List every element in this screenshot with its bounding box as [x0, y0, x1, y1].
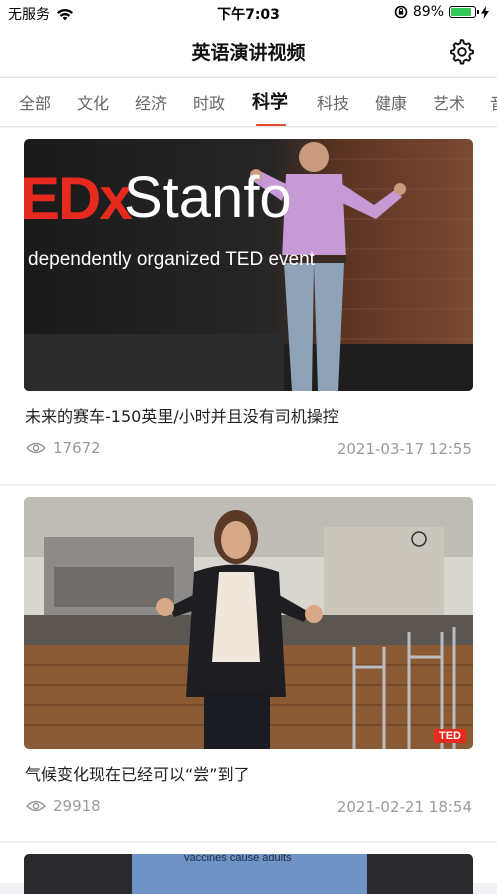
orientation-lock-icon: [394, 5, 408, 19]
video-thumbnail[interactable]: TED: [24, 497, 473, 749]
tab-technology[interactable]: 科技: [317, 90, 349, 114]
nav-bar: 英语演讲视频: [0, 26, 497, 76]
status-right: 89%: [394, 4, 489, 20]
status-bar: 无服务 下午7:03 89%: [0, 0, 497, 26]
tab-science[interactable]: 科学: [252, 88, 288, 114]
tab-music[interactable]: 音: [490, 90, 497, 114]
video-thumbnail[interactable]: EDx Stanfo dependently organized TED eve…: [24, 139, 473, 391]
battery-nub: [477, 10, 479, 14]
publish-date: 2021-03-17 12:55: [336, 440, 472, 458]
active-tab-indicator: [256, 124, 286, 126]
thumbnail-brand-big: EDx: [24, 165, 133, 232]
gear-icon: [450, 39, 474, 65]
thumbnail-slide-text: vaccines cause adults: [184, 854, 292, 864]
battery-icon: [449, 6, 479, 18]
thumbnail-brand-sub: dependently organized TED event: [28, 249, 315, 270]
view-count: 17672: [26, 439, 101, 457]
tab-politics[interactable]: 时政: [193, 90, 225, 114]
category-tab-bar: 全部 文化 经济 时政 科学 科技 健康 艺术 音: [0, 77, 497, 127]
video-thumbnail[interactable]: vaccines cause adults: [24, 854, 473, 894]
eye-icon: [26, 800, 46, 812]
video-card[interactable]: EDx Stanfo dependently organized TED eve…: [0, 128, 497, 484]
page-title: 英语演讲视频: [191, 42, 306, 64]
view-count: 29918: [26, 797, 101, 815]
battery-fill: [451, 8, 472, 16]
video-title[interactable]: 气候变化现在已经可以“尝”到了: [25, 761, 250, 785]
video-card[interactable]: vaccines cause adults: [0, 843, 497, 894]
tab-all[interactable]: 全部: [19, 90, 51, 114]
publish-date: 2021-02-21 18:54: [336, 798, 472, 816]
tab-health[interactable]: 健康: [375, 90, 407, 114]
tab-culture[interactable]: 文化: [77, 90, 109, 114]
settings-button[interactable]: [447, 37, 475, 65]
video-title[interactable]: 未来的赛车-150英里/小时并且没有司机操控: [25, 403, 339, 427]
thumbnail-brand-name: Stanfo: [124, 165, 292, 230]
tab-economy[interactable]: 经济: [135, 90, 167, 114]
charging-bolt-icon: [481, 5, 489, 19]
view-count-value: 29918: [53, 797, 101, 815]
battery-percent: 89%: [412, 4, 444, 20]
eye-icon: [26, 442, 46, 454]
thumbnail-image: [24, 497, 473, 749]
video-card[interactable]: TED 气候变化现在已经可以“尝”到了 29918 2021-02-21 18:…: [0, 486, 497, 841]
view-count-value: 17672: [53, 439, 101, 457]
tab-art[interactable]: 艺术: [433, 90, 465, 114]
ted-badge-text: TED: [439, 730, 461, 742]
